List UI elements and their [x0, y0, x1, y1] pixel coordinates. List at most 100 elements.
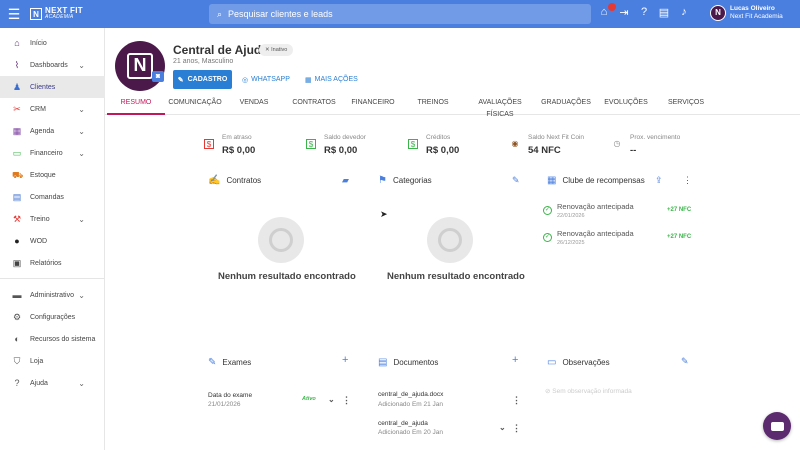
- camera-icon[interactable]: ◙: [152, 71, 164, 82]
- more-icon[interactable]: ⋮: [683, 175, 692, 186]
- folder-icon[interactable]: ▰: [342, 175, 349, 186]
- chevron-down-icon[interactable]: ⌄: [328, 395, 335, 404]
- sidebar-item-comandas[interactable]: ▤ Comandas: [0, 186, 105, 208]
- card-title: Observações: [562, 357, 610, 367]
- stat-value: R$ 0,00: [324, 145, 358, 156]
- help-icon: ?: [14, 378, 20, 388]
- sidebar-item-administrativo[interactable]: ▬ Administrativo ⌄: [0, 284, 105, 306]
- share-icon[interactable]: ⇪: [655, 175, 663, 186]
- tab-treinos[interactable]: TREINOS: [410, 97, 456, 115]
- document-name[interactable]: central_de_ajuda: [378, 420, 428, 427]
- sidebar-item-treino[interactable]: ⚒ Treino ⌄: [0, 208, 105, 230]
- sidebar-item-label: Relatórios: [30, 259, 62, 267]
- chevron-down-icon: ⌄: [78, 290, 85, 300]
- sidebar-item-label: Comandas: [30, 193, 64, 201]
- gear-icon: ⚙: [12, 312, 22, 322]
- sidebar-item-financeiro[interactable]: ▭ Financeiro ⌄: [0, 142, 105, 164]
- sidebar-item-wod[interactable]: ● WOD: [0, 230, 105, 252]
- chevron-down-icon: ⌄: [78, 104, 85, 114]
- edit-icon[interactable]: ✎: [681, 356, 689, 367]
- add-icon[interactable]: +: [512, 354, 518, 366]
- page-title: Central de Ajuda: [173, 43, 268, 57]
- observacao-empty: ⊘ Sem observação informada: [545, 388, 632, 395]
- card-contratos-header: ✍ Contratos: [208, 173, 261, 187]
- clock-icon: ◷: [613, 139, 621, 148]
- sidebar-item-crm[interactable]: ✂ CRM ⌄: [0, 98, 105, 120]
- mais-acoes-button[interactable]: ▦ MAIS AÇÕES: [305, 70, 358, 89]
- whatsapp-icon: ◎: [242, 76, 249, 84]
- sidebar-item-loja[interactable]: ⛉ Loja: [0, 350, 105, 372]
- sidebar-item-dashboards[interactable]: ⌇ Dashboards ⌄: [0, 54, 105, 76]
- exit-icon[interactable]: ⇥: [618, 6, 630, 20]
- chevron-down-icon[interactable]: ⌄: [499, 423, 506, 432]
- edit-icon: ✎: [177, 76, 184, 84]
- exam-date: 21/01/2026: [208, 401, 241, 408]
- cadastro-label: CADASTRO: [187, 76, 228, 83]
- tab-contratos[interactable]: CONTRATOS: [289, 97, 339, 115]
- stat-value: R$ 0,00: [426, 145, 460, 156]
- more-icon[interactable]: ⋮: [512, 423, 521, 434]
- more-icon[interactable]: ⋮: [512, 395, 521, 406]
- help-icon[interactable]: ?: [638, 6, 650, 20]
- card-exames-header: ✎ Exames: [208, 355, 251, 369]
- add-icon[interactable]: +: [342, 354, 348, 366]
- card-title: Documentos: [393, 357, 439, 367]
- sidebar-item-label: Treino: [30, 215, 50, 223]
- tab-comunicacao[interactable]: COMUNICAÇÃO: [167, 97, 223, 115]
- sidebar-item-label: Administrativo: [30, 291, 74, 299]
- sidebar-item-label: Estoque: [30, 171, 56, 179]
- sidebar-item-label: Clientes: [30, 83, 56, 91]
- card-observacoes-header: ▭ Observações: [547, 355, 610, 369]
- tab-resumo[interactable]: RESUMO: [107, 97, 165, 115]
- sidebar-item-configuracoes[interactable]: ⚙ Configurações: [0, 306, 105, 328]
- sidebar-item-ajuda[interactable]: ? Ajuda ⌄: [0, 372, 105, 394]
- people-icon: ♟: [12, 82, 22, 92]
- sidebar-item-label: Configurações: [30, 313, 76, 321]
- report-icon: ▣: [12, 258, 22, 268]
- menu-icon[interactable]: ☰: [0, 0, 28, 28]
- tab-graduacoes[interactable]: GRADUAÇÕES: [541, 97, 591, 115]
- stat-label: Prox. vencimento: [630, 134, 681, 141]
- check-icon: ✓: [543, 206, 552, 215]
- search-placeholder: Pesquisar clientes e leads: [228, 9, 333, 19]
- chat-icon[interactable]: ▤: [658, 6, 670, 20]
- chevron-down-icon: ⌄: [78, 126, 85, 136]
- user-menu[interactable]: N Lucas Oliveiro Next Fit Academia: [710, 5, 783, 21]
- document-added: Adicionado Em 20 Jan: [378, 429, 444, 436]
- edit-icon[interactable]: ✎: [512, 175, 520, 186]
- empty-text: Nenhum resultado encontrado: [218, 271, 356, 282]
- store-icon: ⛉: [13, 356, 21, 366]
- sidebar-item-estoque[interactable]: ⛟ Estoque: [0, 164, 105, 186]
- exam-label: Data do exame: [208, 392, 253, 399]
- empty-state-icon: [258, 217, 304, 263]
- profile-avatar-mark: N: [127, 53, 153, 79]
- tab-evolucoes[interactable]: EVOLUÇÕES: [601, 97, 651, 115]
- cadastro-button[interactable]: ✎ CADASTRO: [173, 70, 232, 89]
- sidebar-item-agenda[interactable]: ▦ Agenda ⌄: [0, 120, 105, 142]
- whatsapp-button[interactable]: ◎ WHATSAPP: [242, 70, 290, 89]
- more-icon[interactable]: ⋮: [342, 395, 351, 406]
- receipt-icon: ▤: [12, 192, 22, 202]
- invoice-icon: $: [204, 139, 214, 149]
- chat-icon: [770, 421, 784, 431]
- chevron-down-icon: ⌄: [78, 378, 85, 388]
- stat-label: Saldo Next Fit Coin: [528, 134, 584, 141]
- sidebar-item-clientes[interactable]: ♟ Clientes: [0, 76, 105, 98]
- tab-servicos[interactable]: SERVIÇOS: [661, 97, 711, 115]
- chat-fab-button[interactable]: [763, 412, 791, 440]
- reward-date: 26/12/2025: [557, 240, 585, 246]
- search-input[interactable]: ⌕ Pesquisar clientes e leads: [209, 4, 591, 24]
- brand-sub: ACADEMIA: [45, 14, 74, 20]
- card-documentos-header: ▤ Documentos: [378, 355, 438, 369]
- sidebar-item-recursos[interactable]: ◐ Recursos do sistema: [0, 328, 105, 350]
- tab-vendas[interactable]: VENDAS: [229, 97, 279, 115]
- tab-avaliacoes[interactable]: AVALIAÇÕES FÍSICAS: [465, 97, 535, 118]
- bell-icon[interactable]: ♪: [678, 6, 690, 20]
- crm-icon: ✂: [13, 104, 21, 114]
- tab-financeiro[interactable]: FINANCEIRO: [347, 97, 399, 115]
- exam-status: Ativo: [302, 396, 316, 402]
- brand-logo[interactable]: N NEXT FIT ACADEMIA: [30, 7, 83, 21]
- sidebar-item-inicio[interactable]: ⌂ Início: [0, 32, 105, 54]
- sidebar-item-relatorios[interactable]: ▣ Relatórios: [0, 252, 105, 274]
- document-name[interactable]: central_de_ajuda.docx: [378, 391, 443, 398]
